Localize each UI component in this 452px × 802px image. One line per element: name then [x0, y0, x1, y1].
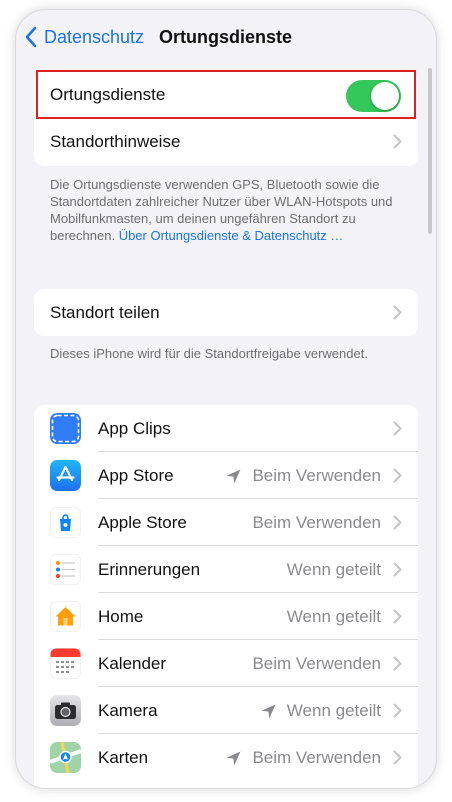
- app-name: App Store: [98, 466, 174, 485]
- app-row-kalender[interactable]: Kalender Beim Verwenden: [34, 640, 418, 687]
- app-name: Home: [98, 607, 144, 626]
- back-button-label: Datenschutz: [44, 26, 145, 47]
- home-icon: [50, 601, 81, 632]
- location-services-description: Die Ortungsdienste verwenden GPS, Blueto…: [50, 176, 400, 244]
- app-name: Erinnerungen: [98, 560, 201, 579]
- permission-value: Beim Verwenden: [225, 466, 381, 486]
- app-clips-icon: [50, 413, 81, 444]
- app-name: Karten: [98, 748, 149, 767]
- location-services-group: Ortungsdienste Standorthinweise: [34, 71, 418, 166]
- apps-list: App Clips App Store Beim Verwenden Apple…: [34, 405, 418, 788]
- permission-value: Wenn geteilt: [287, 560, 381, 580]
- permission-value: Beim Verwenden: [225, 748, 381, 768]
- location-hints-label: Standorthinweise: [50, 132, 181, 151]
- permission-value: Beim Verwenden: [252, 654, 381, 674]
- scrollbar[interactable]: [428, 68, 432, 234]
- app-row-karten[interactable]: Karten Beim Verwenden: [34, 734, 418, 781]
- page-title: Ortungsdienste: [159, 27, 293, 47]
- app-row-kamera[interactable]: Kamera Wenn geteilt: [34, 687, 418, 734]
- app-row-app-clips[interactable]: App Clips: [34, 405, 418, 452]
- chevron-right-icon: [393, 656, 402, 671]
- share-location-description: Dieses iPhone wird für die Standortfreig…: [50, 346, 368, 361]
- permission-text: Wenn geteilt: [286, 607, 381, 626]
- share-location-label: Standort teilen: [50, 302, 160, 322]
- back-button[interactable]: Datenschutz: [24, 22, 144, 52]
- chevron-left-icon: [25, 26, 37, 48]
- location-arrow-icon: [226, 751, 241, 765]
- permission-text: Wenn geteilt: [286, 560, 381, 579]
- permission-value: Beim Verwenden: [252, 513, 381, 533]
- app-row-app-store[interactable]: App Store Beim Verwenden: [34, 452, 418, 499]
- chevron-right-icon: [393, 515, 402, 530]
- chevron-right-icon: [393, 750, 402, 765]
- permission-text: Beim Verwenden: [252, 748, 381, 767]
- chevron-right-icon: [393, 609, 402, 624]
- app-name: App Clips: [98, 419, 171, 438]
- location-hints-row[interactable]: Standorthinweise: [34, 118, 418, 166]
- apple-store-icon: [50, 507, 81, 538]
- permission-text: Beim Verwenden: [252, 654, 381, 673]
- app-row-home[interactable]: Home Wenn geteilt: [34, 593, 418, 640]
- app-name: Kamera: [98, 701, 158, 720]
- app-store-icon: [50, 460, 81, 491]
- location-services-label: Ortungsdienste: [50, 84, 166, 104]
- phone-screen: Datenschutz Ortungsdienste Ortungsdienst…: [16, 10, 436, 788]
- location-services-row: Ortungsdienste: [34, 71, 418, 118]
- share-location-row[interactable]: Standort teilen: [34, 289, 418, 336]
- chevron-right-icon: [393, 562, 402, 577]
- chevron-right-icon: [393, 134, 402, 149]
- permission-text: Beim Verwenden: [252, 513, 381, 532]
- permission-value: Wenn geteilt: [260, 701, 381, 721]
- calendar-icon: [50, 648, 81, 679]
- permission-text: Beim Verwenden: [252, 466, 381, 485]
- camera-icon: [50, 695, 81, 726]
- share-location-group: Standort teilen: [34, 289, 418, 336]
- navigation-bar: Datenschutz Ortungsdienste: [16, 10, 436, 62]
- permission-value: Wenn geteilt: [287, 607, 381, 627]
- app-row-erinnerungen[interactable]: Erinnerungen Wenn geteilt: [34, 546, 418, 593]
- permission-text: Wenn geteilt: [286, 701, 381, 720]
- privacy-link[interactable]: Über Ortungsdienste & Datenschutz …: [119, 228, 344, 243]
- toggle-knob: [371, 82, 399, 110]
- app-row-apple-store[interactable]: Apple Store Beim Verwenden: [34, 499, 418, 546]
- location-services-toggle[interactable]: [346, 80, 401, 112]
- app-name: Kalender: [98, 654, 167, 673]
- chevron-right-icon: [393, 305, 402, 320]
- chevron-right-icon: [393, 421, 402, 436]
- chevron-right-icon: [393, 703, 402, 718]
- maps-icon: [50, 742, 81, 773]
- location-arrow-icon: [261, 704, 276, 718]
- app-name: Apple Store: [98, 513, 187, 532]
- location-arrow-outline-icon: [226, 469, 241, 483]
- reminders-icon: [50, 554, 81, 585]
- chevron-right-icon: [393, 468, 402, 483]
